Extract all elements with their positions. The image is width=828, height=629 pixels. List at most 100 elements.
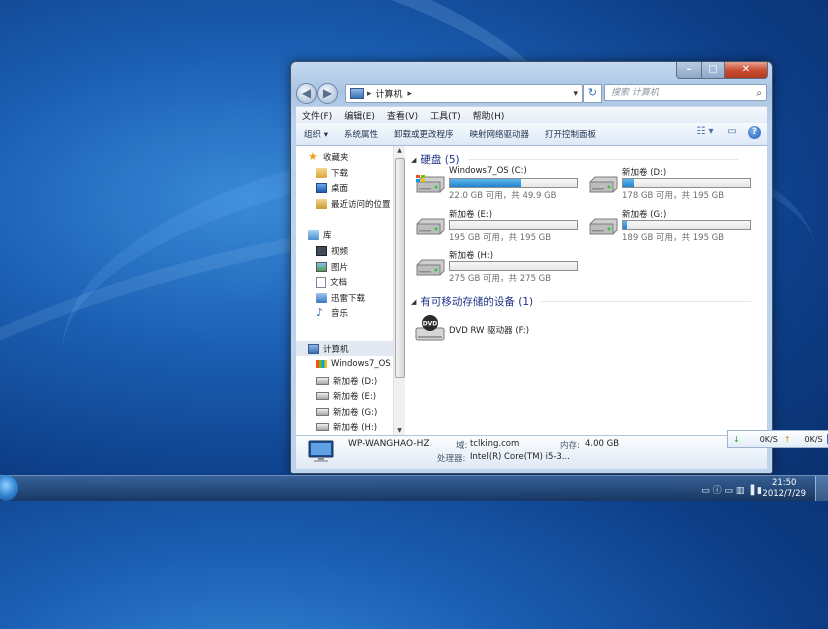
drive-item[interactable]: 新加卷 (G:) 189 GB 可用，共 195 GB <box>587 208 757 246</box>
nav-thunder-downloads[interactable]: 迅雷下载 <box>316 292 365 304</box>
group-hard-drives[interactable]: ◢ 硬盘 (5) <box>411 152 761 167</box>
document-library-icon <box>316 276 326 288</box>
organize-button[interactable]: 组织 ▾ <box>296 128 336 140</box>
tray-icons[interactable]: ▭ ⓘ ▭ ▥ ▐ ▮ <box>701 483 762 496</box>
nav-scrollbar[interactable]: ▲ ▼ <box>393 146 405 435</box>
open-control-panel-button[interactable]: 打开控制面板 <box>537 128 604 140</box>
nav-label: 计算机 <box>323 345 349 355</box>
minimize-button[interactable]: – <box>676 62 702 79</box>
scroll-up-arrow-icon[interactable]: ▲ <box>394 147 405 154</box>
forward-button[interactable]: ▶ <box>317 83 338 104</box>
address-bar[interactable]: ▸ 计算机 ▸ ▾ <box>345 84 583 103</box>
picture-library-icon <box>316 262 327 272</box>
system-properties-button[interactable]: 系统属性 <box>336 128 386 140</box>
nav-desktop[interactable]: 桌面 <box>316 182 348 194</box>
nav-music[interactable]: ♪ 音乐 <box>316 307 348 319</box>
menu-tools[interactable]: 工具(T) <box>424 109 467 122</box>
hard-drive-icon <box>589 218 618 235</box>
windows-drive-icon <box>316 360 327 368</box>
menu-file[interactable]: 文件(F) <box>296 109 338 122</box>
hard-drive-icon <box>316 408 329 416</box>
drive-item[interactable]: 新加卷 (E:) 195 GB 可用，共 195 GB <box>414 208 584 246</box>
drive-item[interactable]: 新加卷 (D:) 178 GB 可用，共 195 GB <box>587 166 757 204</box>
hard-drive-icon <box>316 423 329 431</box>
nav-drive-h[interactable]: 新加卷 (H:) <box>316 421 377 433</box>
group-divider <box>541 301 752 302</box>
nav-drive-d[interactable]: 新加卷 (D:) <box>316 375 377 387</box>
clock[interactable]: 21:50 2012/7/29 <box>762 478 806 500</box>
upload-arrow-icon: ↑ <box>783 434 791 444</box>
nav-favorites[interactable]: ★ 收藏夹 <box>308 151 349 163</box>
cpu-value: Intel(R) Core(TM) i5-3... <box>470 452 570 462</box>
drives-pane: ◢ 硬盘 (5) Windows7_OS (C:) 22.0 GB 可用，共 49… <box>406 146 767 435</box>
change-view-icon[interactable]: ☷ ▾ <box>694 126 716 139</box>
drive-size: 22.0 GB 可用，共 49.9 GB <box>449 191 557 201</box>
start-button[interactable] <box>0 475 18 501</box>
hard-drive-icon <box>416 175 445 193</box>
group-title: 有可移动存储的设备 (1) <box>420 296 534 308</box>
nav-computer[interactable]: 计算机 <box>308 343 349 355</box>
nav-label: 新加卷 (E:) <box>333 392 377 402</box>
navigation-pane: ★ 收藏夹 下载 桌面 最近访问的位置 库 视频 图片 文档 迅雷下载 ♪ 音乐… <box>296 146 400 435</box>
map-network-drive-button[interactable]: 映射网络驱动器 <box>462 128 538 140</box>
nav-label: 迅雷下载 <box>331 294 366 304</box>
drive-name: 新加卷 (G:) <box>622 210 667 220</box>
nav-label: 文档 <box>330 278 348 288</box>
nav-drive-c[interactable]: Windows7_OS ( <box>316 359 397 369</box>
search-icon[interactable]: ⌕ <box>756 85 762 102</box>
video-library-icon <box>316 246 327 256</box>
drive-usage-fill <box>623 221 627 229</box>
hard-drive-icon <box>316 377 329 385</box>
nav-downloads[interactable]: 下载 <box>316 167 348 179</box>
scroll-down-arrow-icon[interactable]: ▼ <box>394 427 405 434</box>
drive-item-c[interactable]: Windows7_OS (C:) 22.0 GB 可用，共 49.9 GB <box>414 166 584 204</box>
drive-usage-bar <box>449 220 578 230</box>
desktop-icon <box>316 183 327 193</box>
dvd-drive-item[interactable]: DVD DVD RW 驱动器 (F:) <box>414 314 584 352</box>
dvd-drive-icon: DVD <box>414 314 446 344</box>
nav-drive-e[interactable]: 新加卷 (E:) <box>316 390 376 402</box>
menu-edit[interactable]: 编辑(E) <box>338 109 381 122</box>
domain-value: tclking.com <box>470 439 520 449</box>
show-desktop-button[interactable] <box>815 476 828 501</box>
drive-name: 新加卷 (E:) <box>449 210 493 220</box>
address-crumb-computer[interactable]: 计算机 <box>376 87 403 100</box>
nav-pictures[interactable]: 图片 <box>316 261 348 273</box>
close-button[interactable]: ✕ <box>725 62 768 79</box>
nav-drive-g[interactable]: 新加卷 (G:) <box>316 406 377 418</box>
preview-pane-icon[interactable]: ▭ <box>724 126 740 139</box>
menu-view[interactable]: 查看(V) <box>381 109 424 122</box>
details-pane: WP-WANGHAO-HZ 域: tclking.com 内存: 4.00 GB… <box>296 435 767 469</box>
address-separator: ▸ <box>407 88 413 99</box>
nav-libraries[interactable]: 库 <box>308 229 332 241</box>
back-button[interactable]: ◀ <box>296 83 317 104</box>
nav-label: 新加卷 (H:) <box>333 423 378 433</box>
computer-name: WP-WANGHAO-HZ <box>348 439 430 449</box>
explorer-window: – □ ✕ ◀ ▶ ▸ 计算机 ▸ ▾ ↻ 搜索 计算机 ⌕ 文件(F) 编辑(… <box>290 61 773 474</box>
address-dropdown[interactable]: ▾ <box>573 89 578 99</box>
drive-size: 195 GB 可用，共 195 GB <box>449 233 552 243</box>
drive-usage-bar <box>622 220 751 230</box>
hard-drive-icon <box>589 176 618 193</box>
nav-videos[interactable]: 视频 <box>316 245 348 257</box>
group-removable[interactable]: ◢ 有可移动存储的设备 (1) <box>411 294 761 309</box>
hard-drive-icon <box>416 259 445 276</box>
help-icon[interactable]: ? <box>748 126 761 139</box>
uninstall-program-button[interactable]: 卸载或更改程序 <box>386 128 462 140</box>
drive-size: 189 GB 可用，共 195 GB <box>622 233 725 243</box>
scrollbar-thumb[interactable] <box>395 158 405 378</box>
refresh-button[interactable]: ↻ <box>583 84 602 103</box>
nav-recent-places[interactable]: 最近访问的位置 <box>316 198 391 210</box>
network-speed-widget[interactable]: ↓ 0K/S ↑ 0K/S <box>727 430 828 448</box>
maximize-button[interactable]: □ <box>702 62 725 79</box>
menu-help[interactable]: 帮助(H) <box>467 109 511 122</box>
computer-icon <box>308 344 319 354</box>
system-tray[interactable]: ▭ ⓘ ▭ ▥ ▐ ▮ <box>701 483 762 496</box>
search-input[interactable]: 搜索 计算机 ⌕ <box>604 84 767 101</box>
drive-item[interactable]: 新加卷 (H:) 275 GB 可用，共 275 GB <box>414 249 584 287</box>
library-icon <box>308 230 319 240</box>
nav-label: 视频 <box>331 247 349 257</box>
nav-documents[interactable]: 文档 <box>316 276 347 288</box>
clock-time: 21:50 <box>771 478 797 488</box>
computer-icon <box>308 440 334 462</box>
